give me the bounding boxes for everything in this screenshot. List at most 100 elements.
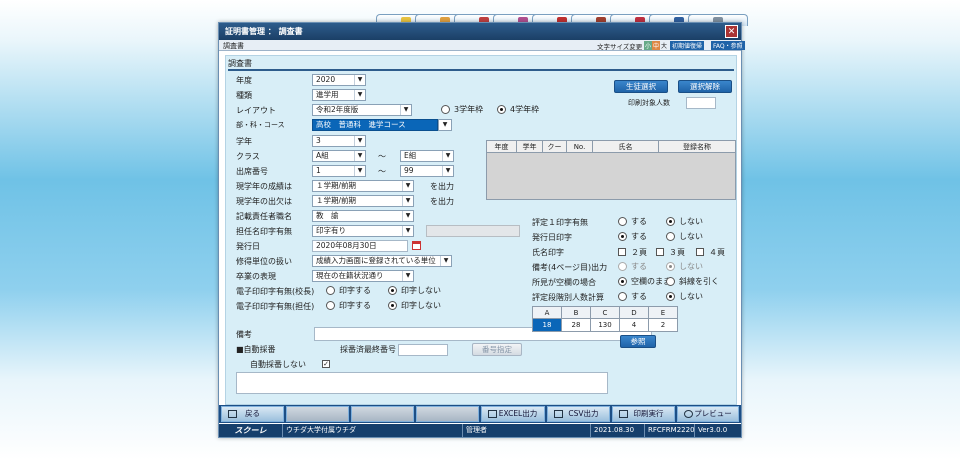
chevron-down-icon: ▼ bbox=[354, 151, 365, 161]
radio-hakkosha-suru-label: する bbox=[631, 232, 647, 241]
radio-tannin-suru[interactable] bbox=[326, 301, 335, 310]
status-bar: スクーレ ウチダ大学付属ウチダ 管理者 2021.08.30 RFCFRM222… bbox=[219, 424, 741, 437]
radio-biko4-suru-label: する bbox=[631, 262, 647, 271]
radio-hyotei-shinai[interactable] bbox=[666, 217, 675, 226]
radio-tannin-suru-label: 印字する bbox=[339, 301, 371, 310]
selection-clear-button[interactable]: 選択解除 bbox=[678, 80, 732, 93]
shuutoku-select[interactable]: 成績入力画面に登録されている単位 ▼ bbox=[312, 255, 452, 267]
label-sotsugyo: 卒業の表現 bbox=[236, 272, 276, 281]
nendo-select[interactable]: 2020 ▼ bbox=[312, 74, 366, 86]
label-gakunen: 学年 bbox=[236, 137, 252, 146]
class-to-value: E組 bbox=[404, 151, 417, 160]
faq-button[interactable]: FAQ・参照 bbox=[711, 41, 745, 50]
student-grid-header: 年度 学年 クー No. 氏名 登録名称 bbox=[487, 141, 735, 153]
memo-textarea[interactable] bbox=[236, 372, 608, 394]
radio-hakkosha-suru[interactable] bbox=[618, 232, 627, 241]
csv-output-button[interactable]: CSV出力 bbox=[547, 406, 610, 422]
label-hyotei-dankai: 評定段階別人数計算 bbox=[532, 293, 604, 302]
window-title: 証明書管理 ： 調査書 bbox=[219, 23, 741, 40]
print-label: 印刷実行 bbox=[633, 409, 664, 418]
layout-select[interactable]: 令和2年度版 ▼ bbox=[312, 104, 412, 116]
class-from-value: A組 bbox=[316, 151, 329, 160]
chevron-down-icon: ▼ bbox=[439, 120, 451, 130]
radio-hyotei-suru[interactable] bbox=[618, 217, 627, 226]
nendo-value: 2020 bbox=[316, 75, 336, 84]
checkbox-p4[interactable] bbox=[696, 248, 704, 256]
chevron-down-icon: ▼ bbox=[442, 166, 453, 176]
label-shoken: 所見が空欄の場合 bbox=[532, 278, 596, 287]
class-from-select[interactable]: A組 ▼ bbox=[312, 150, 366, 162]
checkbox-p3[interactable] bbox=[656, 248, 664, 256]
close-button[interactable]: ✕ bbox=[725, 25, 738, 38]
shusseki-from-select[interactable]: 1 ▼ bbox=[312, 165, 366, 177]
calendar-icon[interactable] bbox=[412, 241, 421, 250]
print-button[interactable]: 印刷実行 bbox=[612, 406, 675, 422]
sotsugyo-select[interactable]: 現在の在籍状況通り ▼ bbox=[312, 270, 414, 282]
student-grid[interactable]: 年度 学年 クー No. 氏名 登録名称 bbox=[486, 140, 736, 200]
label-shimei: 氏名印字 bbox=[532, 248, 564, 257]
radio-kuuran[interactable] bbox=[618, 277, 627, 286]
font-small-button[interactable]: 小 bbox=[644, 41, 653, 50]
kisai-select[interactable]: 教 諭 ▼ bbox=[312, 210, 414, 222]
radio-4gakunen[interactable] bbox=[497, 105, 506, 114]
radio-hakkosha-shinai-label: しない bbox=[679, 232, 703, 241]
course-select[interactable]: 高校 普通科 進学コース bbox=[312, 119, 438, 131]
init-value-button[interactable]: 初期値復帰 bbox=[670, 41, 705, 50]
font-medium-button[interactable]: 中 bbox=[652, 41, 661, 50]
user-name: 管理者 bbox=[463, 424, 591, 437]
version: Ver3.0.0 bbox=[698, 426, 728, 434]
radio-biko4-suru bbox=[618, 262, 627, 271]
grade-value-c: 130 bbox=[591, 319, 620, 331]
jido-shinai-checkbox[interactable]: ✓ bbox=[322, 360, 330, 368]
grade-header-a: A bbox=[533, 307, 562, 319]
excel-icon bbox=[488, 410, 497, 418]
seiseki-select[interactable]: １学期/前期 ▼ bbox=[312, 180, 414, 192]
font-large-button[interactable]: 大 bbox=[660, 41, 668, 50]
label-layout: レイアウト bbox=[236, 106, 276, 115]
saiban-input[interactable] bbox=[398, 344, 448, 356]
section-divider bbox=[228, 69, 734, 71]
radio-kocho-suru[interactable] bbox=[326, 286, 335, 295]
radio-tannin-shinai-label: 印字しない bbox=[401, 301, 441, 310]
tannin-select[interactable]: 印字有り ▼ bbox=[312, 225, 414, 237]
chevron-down-icon: ▼ bbox=[402, 211, 413, 221]
bango-shitei-button[interactable]: 番号指定 bbox=[472, 343, 522, 356]
excel-output-button[interactable]: EXCEL出力 bbox=[481, 406, 545, 422]
class-to-select[interactable]: E組 ▼ bbox=[400, 150, 454, 162]
label-nendo: 年度 bbox=[236, 76, 252, 85]
radio-dankai-suru[interactable] bbox=[618, 292, 627, 301]
grade-count-grid: A B C D E 18 28 130 4 2 bbox=[532, 306, 678, 332]
label-class: クラス bbox=[236, 152, 260, 161]
radio-3gakunen-label: 3学年枠 bbox=[454, 105, 484, 114]
kisai-value: 教 諭 bbox=[316, 211, 339, 220]
shukketsu-select[interactable]: １学期/前期 ▼ bbox=[312, 195, 414, 207]
radio-3gakunen[interactable] bbox=[441, 105, 450, 114]
radio-biko4-shinai bbox=[666, 262, 675, 271]
radio-hakkosha-shinai[interactable] bbox=[666, 232, 675, 241]
radio-dankai-shinai[interactable] bbox=[666, 292, 675, 301]
back-button[interactable]: 戻る bbox=[221, 406, 284, 422]
radio-dankai-shinai-label: しない bbox=[679, 292, 703, 301]
shusseki-to-select[interactable]: 99 ▼ bbox=[400, 165, 454, 177]
seito-select-button[interactable]: 生徒選択 bbox=[614, 80, 668, 93]
radio-shasen[interactable] bbox=[666, 277, 675, 286]
chevron-down-icon: ▼ bbox=[442, 151, 453, 161]
preview-button[interactable]: プレビュー bbox=[677, 406, 739, 422]
csv-icon bbox=[554, 410, 563, 418]
shurui-value: 進学用 bbox=[316, 90, 339, 99]
seiseki-suffix: を出力 bbox=[430, 182, 454, 191]
shurui-select[interactable]: 進学用 ▼ bbox=[312, 89, 366, 101]
insatsu-taisho-label: 印刷対象人数 bbox=[628, 99, 670, 107]
label-shusseki: 出席番号 bbox=[236, 167, 268, 176]
grid-col-class: クー bbox=[543, 141, 567, 153]
checkbox-p2[interactable] bbox=[618, 248, 626, 256]
gakunen-select[interactable]: 3 ▼ bbox=[312, 135, 366, 147]
hakko-value: 2020年08月30日 bbox=[316, 241, 377, 250]
radio-kocho-shinai[interactable] bbox=[388, 286, 397, 295]
radio-tannin-shinai[interactable] bbox=[388, 301, 397, 310]
hakko-date-input[interactable]: 2020年08月30日 bbox=[312, 240, 408, 252]
course-dropdown-button[interactable]: ▼ bbox=[438, 119, 452, 131]
chevron-down-icon: ▼ bbox=[402, 271, 413, 281]
sansho-button[interactable]: 参照 bbox=[620, 335, 656, 348]
label-hyotei: 評定１印字有無 bbox=[532, 218, 588, 227]
